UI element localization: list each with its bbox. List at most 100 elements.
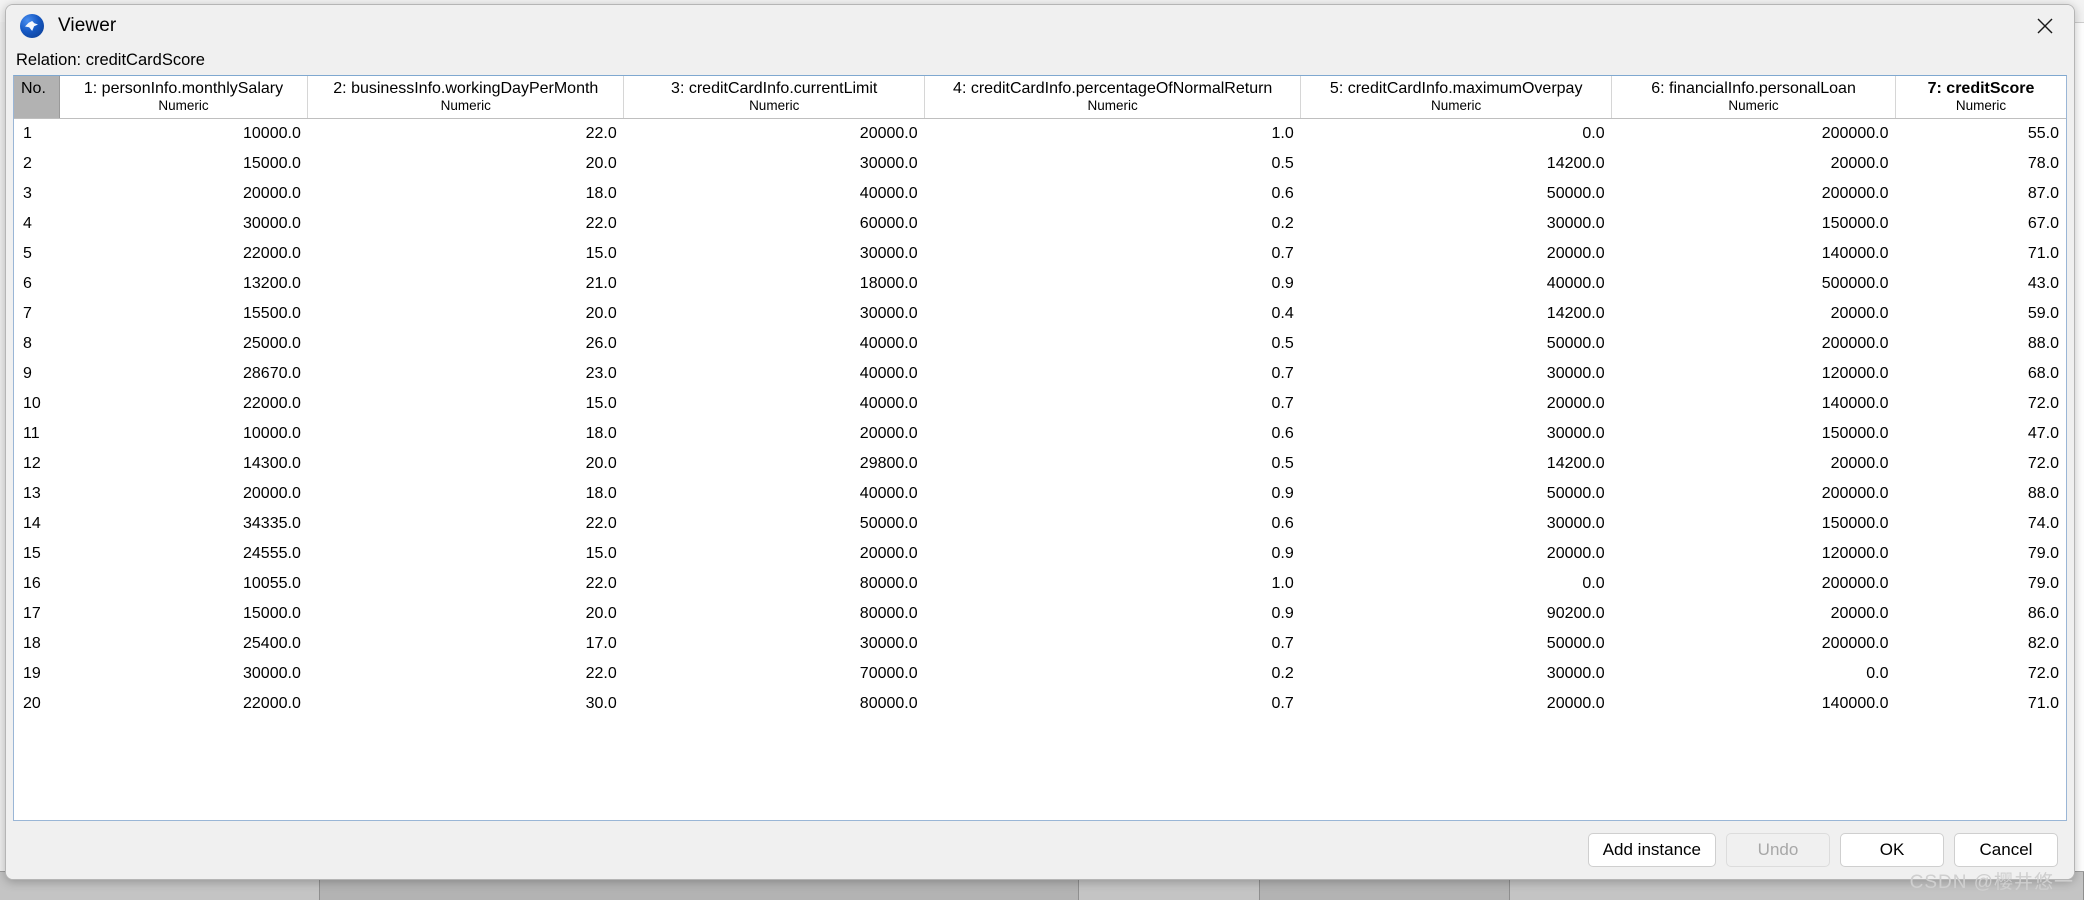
cell-col-2[interactable]: 22.0: [308, 569, 624, 599]
column-header-7[interactable]: 7: creditScore Numeric: [1895, 76, 2066, 119]
cell-col-5[interactable]: 20000.0: [1301, 689, 1612, 719]
cell-col-5[interactable]: 30000.0: [1301, 359, 1612, 389]
cell-col-1[interactable]: 14300.0: [59, 449, 308, 479]
cell-col-7[interactable]: 55.0: [1895, 119, 2066, 150]
cell-col-5[interactable]: 30000.0: [1301, 419, 1612, 449]
table-row[interactable]: 14 34335.0 22.0 50000.0 0.6 30000.0 150000.0 74…: [14, 509, 2066, 539]
cell-col-4[interactable]: 0.9: [925, 539, 1301, 569]
cell-col-6[interactable]: 20000.0: [1612, 449, 1896, 479]
cell-col-2[interactable]: 20.0: [308, 149, 624, 179]
cell-col-6[interactable]: 200000.0: [1612, 119, 1896, 150]
column-header-2[interactable]: 2: businessInfo.workingDayPerMonth Numer…: [307, 76, 625, 119]
cell-col-1[interactable]: 25400.0: [59, 629, 308, 659]
cell-col-6[interactable]: 140000.0: [1612, 689, 1896, 719]
cancel-button[interactable]: Cancel: [1954, 833, 2058, 867]
cell-col-3[interactable]: 80000.0: [624, 689, 925, 719]
cell-col-4[interactable]: 0.7: [925, 239, 1301, 269]
column-header-4[interactable]: 4: creditCardInfo.percentageOfNormalRetu…: [924, 76, 1302, 119]
cell-col-4[interactable]: 0.5: [925, 449, 1301, 479]
cell-col-3[interactable]: 40000.0: [624, 479, 925, 509]
cell-col-5[interactable]: 0.0: [1301, 119, 1612, 150]
cell-col-1[interactable]: 15000.0: [59, 149, 308, 179]
add-instance-button[interactable]: Add instance: [1587, 833, 1716, 867]
cell-col-1[interactable]: 25000.0: [59, 329, 308, 359]
cell-col-7[interactable]: 68.0: [1895, 359, 2066, 389]
cell-col-2[interactable]: 17.0: [308, 629, 624, 659]
cell-col-4[interactable]: 0.7: [925, 689, 1301, 719]
cell-col-5[interactable]: 20000.0: [1301, 239, 1612, 269]
cell-col-3[interactable]: 40000.0: [624, 179, 925, 209]
cell-col-5[interactable]: 30000.0: [1301, 209, 1612, 239]
cell-col-1[interactable]: 22000.0: [59, 239, 308, 269]
cell-col-1[interactable]: 10000.0: [59, 119, 308, 150]
cell-col-2[interactable]: 15.0: [308, 539, 624, 569]
cell-col-3[interactable]: 60000.0: [624, 209, 925, 239]
cell-col-5[interactable]: 14200.0: [1301, 449, 1612, 479]
cell-col-4[interactable]: 0.7: [925, 389, 1301, 419]
cell-col-7[interactable]: 88.0: [1895, 329, 2066, 359]
cell-col-6[interactable]: 120000.0: [1612, 539, 1896, 569]
table-row[interactable]: 1 10000.0 22.0 20000.0 1.0 0.0 200000.0 55.0: [14, 119, 2066, 150]
cell-col-4[interactable]: 0.4: [925, 299, 1301, 329]
cell-col-5[interactable]: 50000.0: [1301, 179, 1612, 209]
cell-col-1[interactable]: 10055.0: [59, 569, 308, 599]
cell-col-4[interactable]: 0.7: [925, 629, 1301, 659]
cell-col-3[interactable]: 29800.0: [624, 449, 925, 479]
cell-col-7[interactable]: 72.0: [1895, 659, 2066, 689]
undo-button[interactable]: Undo: [1726, 833, 1830, 867]
table-row[interactable]: 5 22000.0 15.0 30000.0 0.7 20000.0 140000.0 71.…: [14, 239, 2066, 269]
cell-col-3[interactable]: 30000.0: [624, 149, 925, 179]
cell-col-4[interactable]: 0.2: [925, 209, 1301, 239]
cell-col-5[interactable]: 30000.0: [1301, 509, 1612, 539]
cell-col-4[interactable]: 0.5: [925, 329, 1301, 359]
cell-col-7[interactable]: 79.0: [1895, 539, 2066, 569]
cell-col-1[interactable]: 28670.0: [59, 359, 308, 389]
table-row[interactable]: 16 10055.0 22.0 80000.0 1.0 0.0 200000.0 79.0: [14, 569, 2066, 599]
cell-col-7[interactable]: 79.0: [1895, 569, 2066, 599]
cell-col-5[interactable]: 50000.0: [1301, 629, 1612, 659]
table-row[interactable]: 9 28670.0 23.0 40000.0 0.7 30000.0 120000.0 68.…: [14, 359, 2066, 389]
cell-col-3[interactable]: 20000.0: [624, 119, 925, 150]
table-row[interactable]: 8 25000.0 26.0 40000.0 0.5 50000.0 200000.0 88.…: [14, 329, 2066, 359]
table-row[interactable]: 6 13200.0 21.0 18000.0 0.9 40000.0 500000.0 43.…: [14, 269, 2066, 299]
cell-col-3[interactable]: 30000.0: [624, 299, 925, 329]
cell-col-1[interactable]: 30000.0: [59, 659, 308, 689]
cell-col-3[interactable]: 80000.0: [624, 599, 925, 629]
cell-col-2[interactable]: 23.0: [308, 359, 624, 389]
cell-col-7[interactable]: 78.0: [1895, 149, 2066, 179]
table-row[interactable]: 3 20000.0 18.0 40000.0 0.6 50000.0 200000.0 87.…: [14, 179, 2066, 209]
cell-col-1[interactable]: 30000.0: [59, 209, 308, 239]
cell-col-3[interactable]: 30000.0: [624, 629, 925, 659]
cell-col-1[interactable]: 20000.0: [59, 179, 308, 209]
cell-col-7[interactable]: 72.0: [1895, 389, 2066, 419]
cell-col-3[interactable]: 40000.0: [624, 359, 925, 389]
column-header-rownum[interactable]: No.: [14, 76, 60, 119]
cell-col-6[interactable]: 150000.0: [1612, 209, 1896, 239]
cell-col-3[interactable]: 20000.0: [624, 539, 925, 569]
cell-col-1[interactable]: 15500.0: [59, 299, 308, 329]
cell-col-6[interactable]: 20000.0: [1612, 599, 1896, 629]
cell-col-7[interactable]: 47.0: [1895, 419, 2066, 449]
cell-col-6[interactable]: 120000.0: [1612, 359, 1896, 389]
cell-col-4[interactable]: 0.9: [925, 599, 1301, 629]
cell-col-6[interactable]: 200000.0: [1612, 329, 1896, 359]
column-header-3[interactable]: 3: creditCardInfo.currentLimit Numeric: [623, 76, 926, 119]
cell-col-7[interactable]: 82.0: [1895, 629, 2066, 659]
cell-col-7[interactable]: 71.0: [1895, 239, 2066, 269]
cell-col-4[interactable]: 0.9: [925, 479, 1301, 509]
cell-col-7[interactable]: 67.0: [1895, 209, 2066, 239]
cell-col-1[interactable]: 13200.0: [59, 269, 308, 299]
cell-col-6[interactable]: 140000.0: [1612, 389, 1896, 419]
table-row[interactable]: 15 24555.0 15.0 20000.0 0.9 20000.0 120000.0 79…: [14, 539, 2066, 569]
cell-col-6[interactable]: 150000.0: [1612, 419, 1896, 449]
cell-col-3[interactable]: 18000.0: [624, 269, 925, 299]
cell-col-2[interactable]: 22.0: [308, 659, 624, 689]
cell-col-2[interactable]: 15.0: [308, 239, 624, 269]
cell-col-4[interactable]: 0.5: [925, 149, 1301, 179]
cell-col-4[interactable]: 0.6: [925, 419, 1301, 449]
cell-col-4[interactable]: 0.6: [925, 509, 1301, 539]
cell-col-6[interactable]: 200000.0: [1612, 179, 1896, 209]
cell-col-5[interactable]: 50000.0: [1301, 479, 1612, 509]
table-row[interactable]: 18 25400.0 17.0 30000.0 0.7 50000.0 200000.0 82…: [14, 629, 2066, 659]
cell-col-3[interactable]: 70000.0: [624, 659, 925, 689]
